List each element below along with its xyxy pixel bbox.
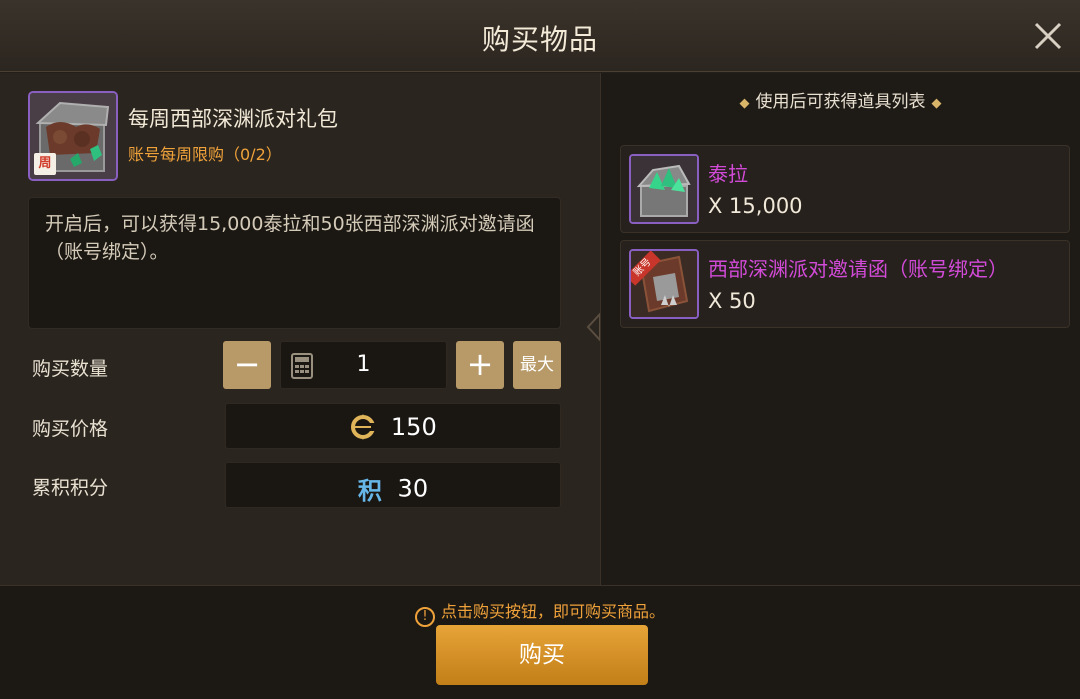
invitation-icon: 账号 xyxy=(629,249,699,319)
purchase-notice: ! 点击购买按钮，即可购买商品。 xyxy=(0,598,1080,627)
buy-button[interactable]: 购买 xyxy=(436,625,648,685)
max-button[interactable]: 最大 xyxy=(513,341,561,389)
item-name: 每周西部深渊派对礼包 xyxy=(128,107,338,131)
dialog-header: 购买物品 xyxy=(0,0,1080,72)
coin-icon xyxy=(351,414,376,440)
item-description-box: 开启后，可以获得15,000泰拉和50张西部深渊派对邀请函（账号绑定）。 xyxy=(28,197,561,329)
item-detail-panel: 周 每周西部深渊派对礼包 账号每周限购（0/2） 开启后，可以获得15,000泰… xyxy=(0,73,600,585)
close-icon[interactable] xyxy=(1032,20,1064,52)
warning-icon: ! xyxy=(414,607,435,627)
price-field: 150 xyxy=(225,403,561,449)
reward-quantity: X 50 xyxy=(708,289,756,313)
price-value: 150 xyxy=(390,413,437,441)
dialog-footer: ! 点击购买按钮，即可购买商品。 购买 xyxy=(0,585,1080,699)
points-label: 累积积分 xyxy=(32,477,109,499)
purchase-limit: 账号每周限购（0/2） xyxy=(128,145,282,164)
reward-item[interactable]: 账号 西部深渊派对邀请函（账号绑定） X 50 xyxy=(620,240,1070,328)
diamond-icon: ◆ xyxy=(931,96,942,111)
price-label: 购买价格 xyxy=(32,418,109,440)
quantity-label: 购买数量 xyxy=(32,358,109,380)
purchase-dialog: 购买物品 周 每周西部深渊派对礼包 账号每周限购（0/2） 开启后，可以获得15… xyxy=(0,0,1080,699)
diamond-icon: ◆ xyxy=(739,96,750,111)
decrease-button[interactable]: − xyxy=(223,341,271,389)
points-field: 积 30 xyxy=(225,462,561,508)
reward-list-title: ◆ 使用后可获得道具列表 ◆ xyxy=(739,92,942,112)
reward-name: 西部深渊派对邀请函（账号绑定） xyxy=(708,257,1008,281)
dialog-title: 购买物品 xyxy=(481,23,598,56)
item-description: 开启后，可以获得15,000泰拉和50张西部深渊派对邀请函（账号绑定）。 xyxy=(45,213,535,263)
quantity-value: 1 xyxy=(356,352,371,377)
points-icon: 积 xyxy=(357,477,382,505)
tera-crystal-icon xyxy=(629,154,699,224)
points-value: 30 xyxy=(397,474,429,503)
item-icon: 周 xyxy=(28,91,118,181)
reward-item[interactable]: 泰拉 X 15,000 xyxy=(620,145,1070,233)
weekly-badge: 周 xyxy=(34,153,56,175)
increase-button[interactable]: + xyxy=(456,341,504,389)
reward-name: 泰拉 xyxy=(708,162,748,186)
reward-quantity: X 15,000 xyxy=(708,194,803,218)
quantity-field[interactable]: 1 xyxy=(280,341,447,389)
